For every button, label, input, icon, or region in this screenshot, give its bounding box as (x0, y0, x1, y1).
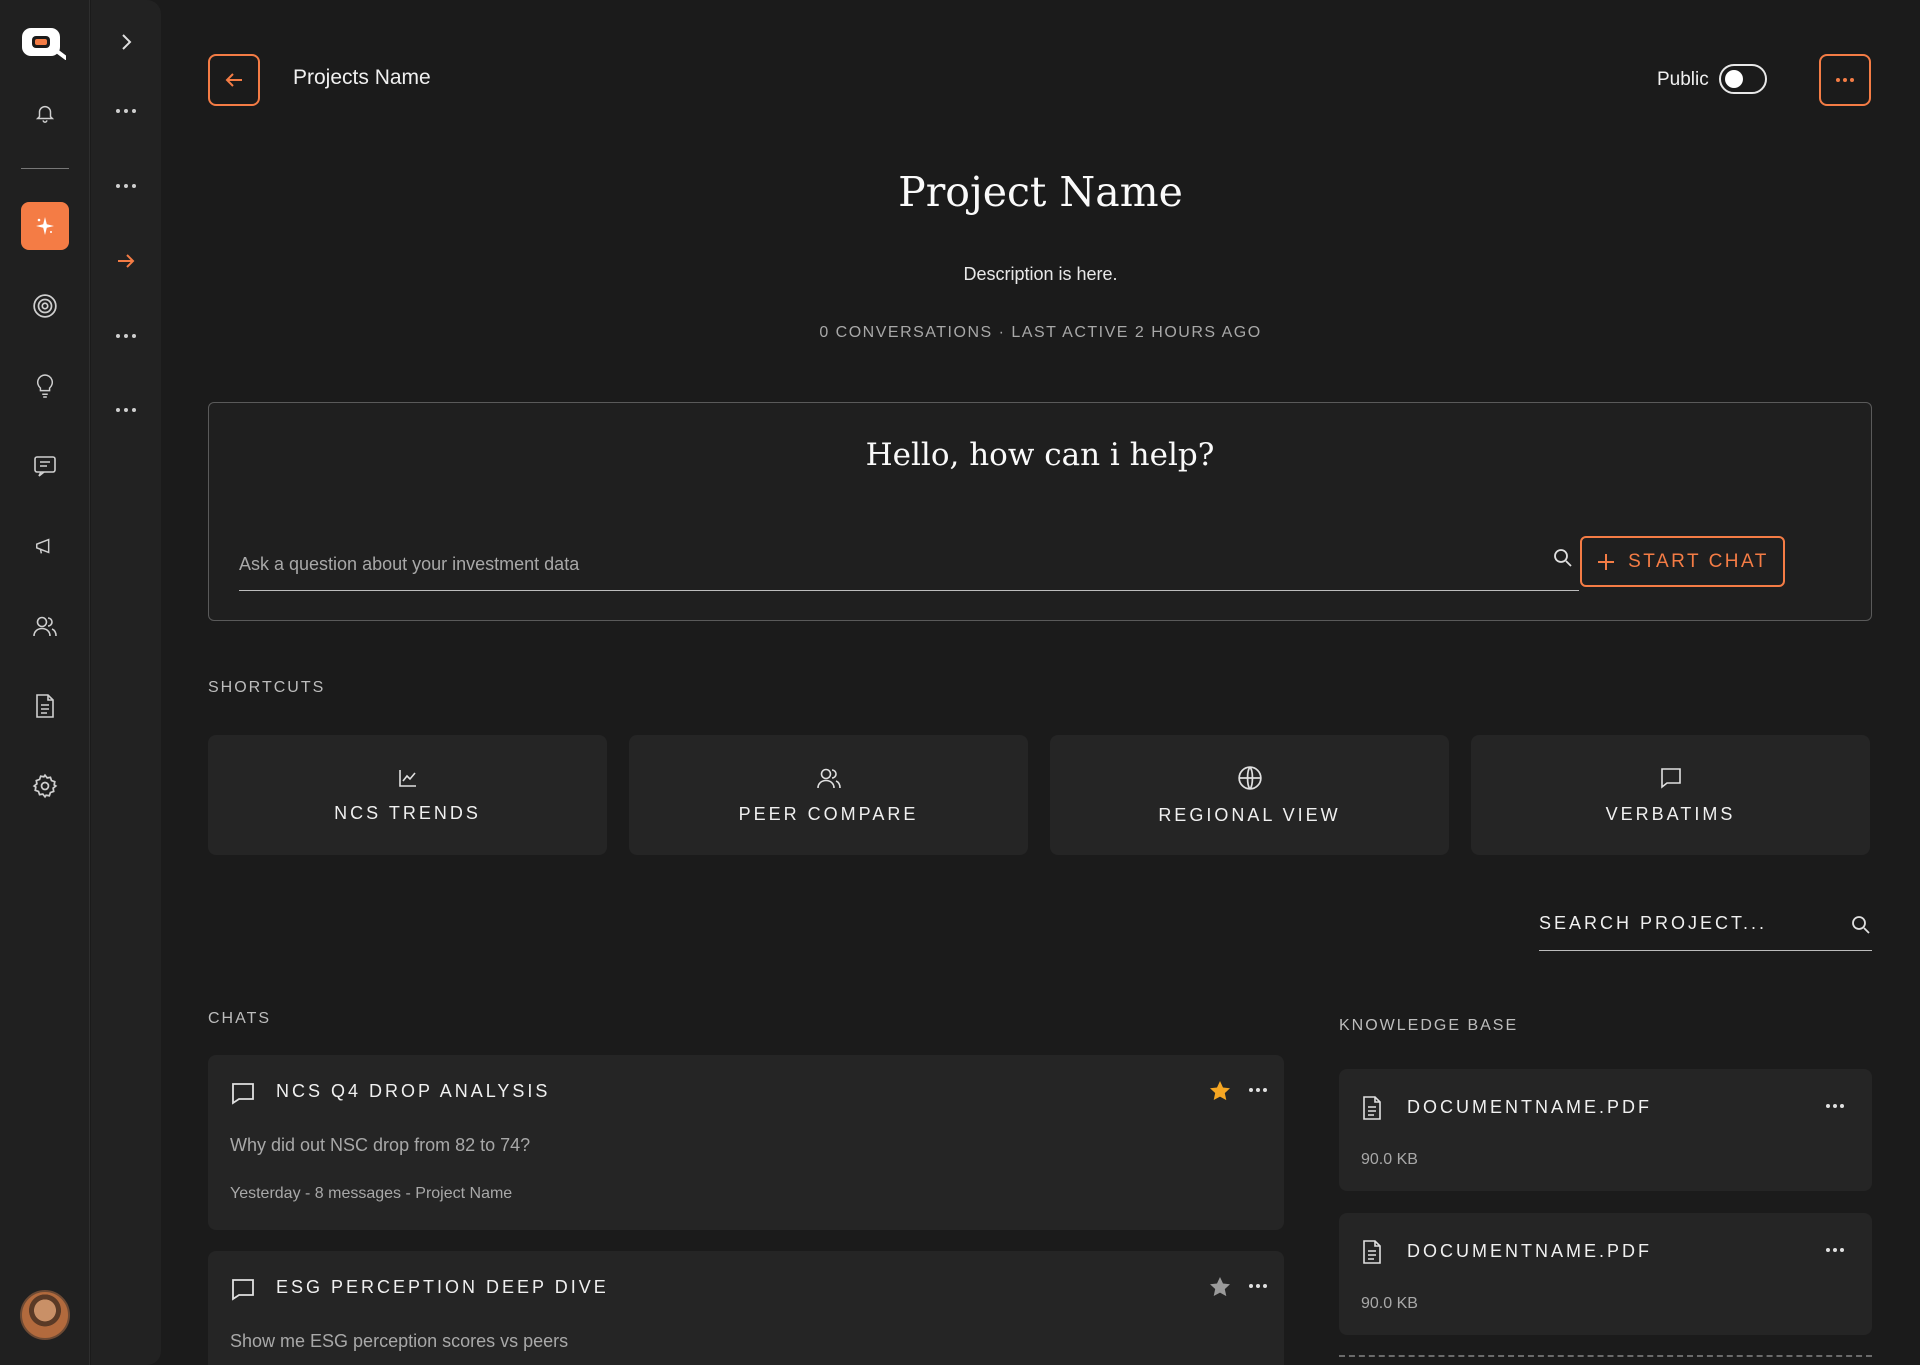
back-button[interactable] (208, 54, 260, 106)
shortcut-label: VERBATIMS (1605, 803, 1736, 824)
search-project-input[interactable] (1539, 903, 1829, 943)
chat-greeting: Hello, how can i help? (865, 437, 1215, 473)
shortcut-regional-view[interactable]: REGIONAL VIEW (1050, 735, 1449, 855)
logo-icon[interactable] (20, 24, 68, 60)
chat-question: Show me ESG perception scores vs peers (230, 1331, 569, 1351)
more-options-button[interactable] (1819, 54, 1871, 106)
message-icon (1660, 767, 1681, 789)
public-toggle[interactable] (1719, 64, 1767, 94)
more-icon[interactable] (104, 93, 148, 129)
start-chat-label: START CHAT (1628, 550, 1769, 572)
users-icon[interactable] (21, 602, 69, 650)
main-content: Projects Name Public Project Name Descri… (161, 0, 1920, 1365)
more-icon[interactable] (1248, 1077, 1268, 1098)
star-icon[interactable] (1208, 1275, 1232, 1304)
more-icon[interactable] (1825, 1093, 1845, 1114)
plus-icon (1598, 553, 1615, 570)
chat-question: Why did out NSC drop from 82 to 74? (230, 1135, 531, 1155)
upload-dropzone[interactable] (1339, 1355, 1872, 1365)
globe-icon (1237, 765, 1262, 790)
shortcut-ncs-trends[interactable]: NCS TRENDS (208, 735, 607, 855)
public-label: Public (1657, 69, 1709, 90)
document-icon (1361, 1095, 1383, 1126)
users-icon (816, 768, 841, 788)
secondary-sidebar (91, 0, 161, 1365)
shortcut-peer-compare[interactable]: PEER COMPARE (629, 735, 1028, 855)
document-icon[interactable] (21, 682, 69, 730)
project-description: Description is here. (963, 264, 1118, 284)
more-icon[interactable] (104, 392, 148, 428)
lightbulb-icon[interactable] (21, 362, 69, 410)
breadcrumb[interactable]: Projects Name (293, 66, 431, 90)
kb-document-card[interactable]: DOCUMENTNAME.PDF 90.0 KB (1339, 1069, 1872, 1191)
settings-icon[interactable] (21, 762, 69, 810)
message-icon[interactable] (21, 442, 69, 490)
chats-heading: CHATS (208, 1010, 272, 1027)
shortcut-label: REGIONAL VIEW (1158, 804, 1341, 825)
page-title: Project Name (898, 168, 1183, 216)
chat-bubble-icon (230, 1081, 256, 1110)
primary-sidebar (0, 0, 90, 1365)
document-name[interactable]: DOCUMENTNAME.PDF (1407, 1241, 1652, 1262)
more-icon[interactable] (1248, 1273, 1268, 1294)
ask-input[interactable] (239, 538, 1579, 591)
shortcut-verbatims[interactable]: VERBATIMS (1471, 735, 1870, 855)
chart-icon (398, 769, 416, 787)
sparkle-icon[interactable] (21, 202, 69, 250)
toggle-knob (1725, 70, 1743, 88)
avatar[interactable] (20, 1290, 70, 1340)
shortcut-label: NCS TRENDS (334, 802, 481, 823)
kb-document-card[interactable]: DOCUMENTNAME.PDF 90.0 KB (1339, 1213, 1872, 1335)
more-icon[interactable] (1825, 1237, 1845, 1258)
search-project (1539, 903, 1872, 951)
start-chat-button[interactable]: START CHAT (1580, 536, 1785, 587)
target-icon[interactable] (21, 282, 69, 330)
megaphone-icon[interactable] (21, 522, 69, 570)
arrow-right-icon[interactable] (104, 243, 148, 279)
chat-prompt-box: Hello, how can i help? START CHAT (208, 402, 1872, 621)
star-icon[interactable] (1208, 1079, 1232, 1108)
chat-card[interactable]: NCS Q4 DROP ANALYSIS Why did out NSC dro… (208, 1055, 1284, 1230)
document-name[interactable]: DOCUMENTNAME.PDF (1407, 1097, 1652, 1118)
search-icon[interactable] (1851, 915, 1871, 940)
chat-card[interactable]: ESG PERCEPTION DEEP DIVE Show me ESG per… (208, 1251, 1284, 1365)
bell-icon[interactable] (21, 89, 69, 137)
knowledge-base-heading: KNOWLEDGE BASE (1339, 1017, 1519, 1034)
chat-title[interactable]: ESG PERCEPTION DEEP DIVE (276, 1277, 609, 1298)
chat-meta: Yesterday - 8 messages - Project Name (230, 1185, 513, 1202)
project-meta: 0 CONVERSATIONS · LAST ACTIVE 2 HOURS AG… (819, 324, 1262, 341)
chat-bubble-icon (230, 1277, 256, 1306)
sidebar-divider (21, 168, 69, 169)
shortcuts-heading: SHORTCUTS (208, 679, 326, 696)
more-icon[interactable] (104, 168, 148, 204)
search-icon[interactable] (1553, 548, 1573, 573)
shortcut-label: PEER COMPARE (738, 803, 919, 824)
document-icon (1361, 1239, 1383, 1270)
chat-title[interactable]: NCS Q4 DROP ANALYSIS (276, 1081, 550, 1102)
more-icon[interactable] (104, 318, 148, 354)
document-size: 90.0 KB (1361, 1151, 1418, 1168)
document-size: 90.0 KB (1361, 1295, 1418, 1312)
expand-chevron-icon[interactable] (104, 24, 148, 60)
